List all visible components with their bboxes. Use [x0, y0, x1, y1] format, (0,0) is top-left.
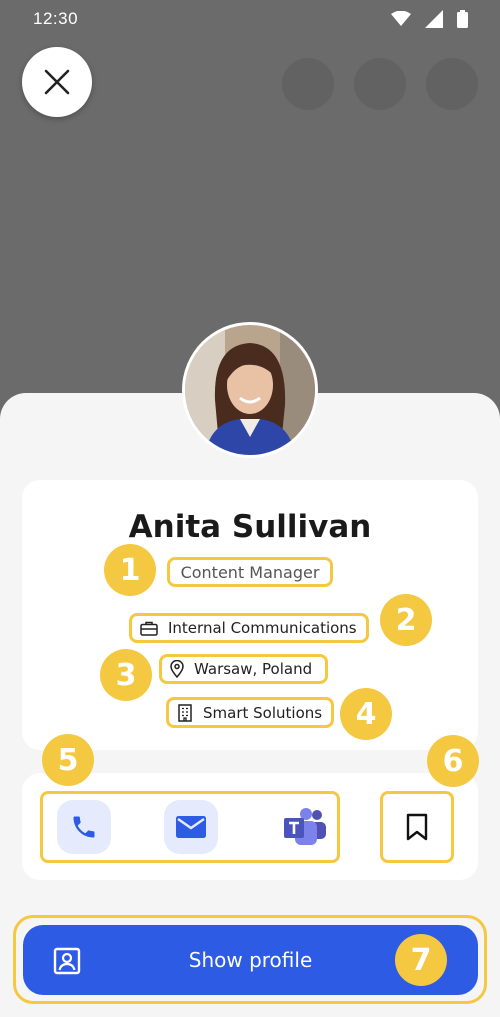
job-title: Content Manager [180, 562, 320, 582]
header-action-3[interactable] [426, 58, 478, 110]
close-icon [44, 69, 70, 95]
wifi-icon [391, 11, 411, 26]
location-chip: Warsaw, Poland [159, 654, 328, 684]
company-text: Smart Solutions [203, 703, 323, 722]
annotation-badge-6: 6 [427, 735, 479, 787]
annotation-badge-1: 1 [104, 544, 156, 596]
annotation-badge-5: 5 [42, 734, 94, 786]
building-icon [178, 703, 192, 722]
status-icons [391, 10, 468, 28]
phone-icon [73, 816, 95, 838]
bookmark-button[interactable] [390, 800, 444, 854]
contact-card-icon [53, 947, 81, 975]
header-action-1[interactable] [282, 58, 334, 110]
location-pin-icon [170, 660, 184, 678]
battery-icon [457, 10, 468, 28]
briefcase-icon [140, 621, 158, 636]
department-chip: Internal Communications [129, 613, 369, 643]
teams-button[interactable] [278, 800, 332, 854]
status-bar: 12:30 [0, 0, 500, 40]
avatar-photo [185, 325, 315, 455]
job-title-chip: Content Manager [167, 557, 333, 587]
annotation-badge-2: 2 [380, 594, 432, 646]
location-text: Warsaw, Poland [194, 660, 313, 678]
department-text: Internal Communications [168, 619, 357, 637]
email-button[interactable] [164, 800, 218, 854]
annotation-badge-3: 3 [100, 649, 152, 701]
status-time: 12:30 [33, 9, 79, 28]
company-chip: Smart Solutions [166, 697, 334, 728]
teams-icon [284, 808, 326, 845]
show-profile-label: Show profile [188, 948, 313, 972]
avatar [182, 322, 318, 458]
call-button[interactable] [57, 800, 111, 854]
annotation-badge-4: 4 [340, 688, 392, 740]
header-action-2[interactable] [354, 58, 406, 110]
mail-icon [176, 816, 206, 838]
annotation-badge-7: 7 [395, 934, 447, 986]
close-button[interactable] [22, 47, 92, 117]
profile-name: Anita Sullivan [128, 509, 372, 545]
signal-icon [425, 10, 443, 28]
bookmark-icon [406, 813, 428, 841]
